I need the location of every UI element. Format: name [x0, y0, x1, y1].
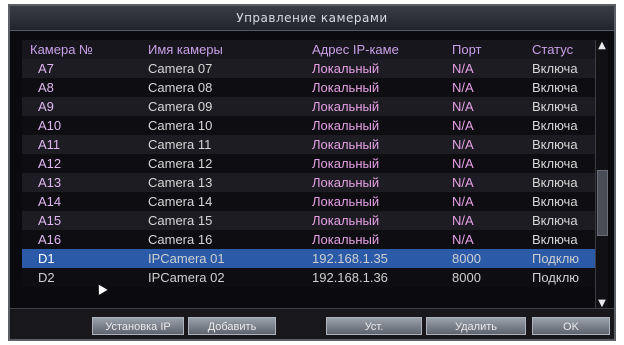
camera-status-cell: Включа [524, 173, 604, 192]
camera-status-cell: Включа [524, 211, 604, 230]
camera-id-cell: D2 [22, 268, 140, 287]
table-row[interactable]: A7 Camera 07 Локальный N/A Включа [22, 59, 604, 78]
camera-port-cell: N/A [444, 230, 524, 249]
table-header-row: Камера № Имя камеры Адрес IP-каме Порт С… [22, 40, 604, 59]
camera-status-cell: Включа [524, 154, 604, 173]
camera-name-cell: Camera 08 [140, 78, 304, 97]
camera-id-cell: A15 [22, 211, 140, 230]
table-row[interactable]: A9 Camera 09 Локальный N/A Включа [22, 97, 604, 116]
ok-button[interactable]: OK [532, 317, 610, 335]
table-row[interactable]: A11 Camera 11 Локальный N/A Включа [22, 135, 604, 154]
camera-id-cell: D1 [22, 249, 140, 268]
camera-address-cell: Локальный [304, 154, 444, 173]
camera-port-cell: N/A [444, 135, 524, 154]
camera-name-cell: Camera 14 [140, 192, 304, 211]
camera-port-cell: N/A [444, 211, 524, 230]
camera-address-cell: 192.168.1.35 [304, 249, 444, 268]
dialog-footer: Установка IP Добавить Уст. Удалить OK [10, 308, 614, 339]
camera-address-cell: Локальный [304, 230, 444, 249]
camera-id-cell: A16 [22, 230, 140, 249]
camera-status-cell: Включа [524, 116, 604, 135]
chevron-up-icon[interactable]: ▲ [596, 40, 608, 52]
camera-port-cell: N/A [444, 97, 524, 116]
camera-address-cell: Локальный [304, 135, 444, 154]
table-row[interactable]: A16 Camera 16 Локальный N/A Включа [22, 230, 604, 249]
table-scrollbar[interactable]: ▲ ▼ [595, 40, 608, 310]
header-port[interactable]: Порт [444, 40, 524, 59]
camera-name-cell: Camera 16 [140, 230, 304, 249]
camera-port-cell: 8000 [444, 268, 524, 287]
camera-status-cell: Подклю [524, 249, 604, 268]
header-ip-address[interactable]: Адрес IP-каме [304, 40, 444, 59]
camera-name-cell: Camera 09 [140, 97, 304, 116]
delete-button[interactable]: Удалить [426, 317, 526, 335]
camera-address-cell: Локальный [304, 211, 444, 230]
camera-name-cell: Camera 12 [140, 154, 304, 173]
camera-address-cell: Локальный [304, 78, 444, 97]
camera-id-cell: A7 [22, 59, 140, 78]
camera-status-cell: Включа [524, 230, 604, 249]
camera-status-cell: Включа [524, 135, 604, 154]
camera-table: Камера № Имя камеры Адрес IP-каме Порт С… [22, 40, 604, 304]
camera-port-cell: N/A [444, 59, 524, 78]
camera-name-cell: IPCamera 01 [140, 249, 304, 268]
camera-address-cell: Локальный [304, 116, 444, 135]
table-row[interactable]: A12 Camera 12 Локальный N/A Включа [22, 154, 604, 173]
camera-name-cell: Camera 07 [140, 59, 304, 78]
scroll-thumb[interactable] [597, 170, 608, 236]
camera-address-cell: Локальный [304, 173, 444, 192]
set-button[interactable]: Уст. [326, 317, 422, 335]
camera-id-cell: A11 [22, 135, 140, 154]
camera-id-cell: A9 [22, 97, 140, 116]
table-row[interactable]: A14 Camera 14 Локальный N/A Включа [22, 192, 604, 211]
table-row[interactable]: D2 IPCamera 02 192.168.1.36 8000 Подклю [22, 268, 604, 287]
dialog-titlebar: Управление камерами [10, 6, 614, 31]
camera-port-cell: N/A [444, 78, 524, 97]
header-camera-no[interactable]: Камера № [22, 40, 140, 59]
dialog-title: Управление камерами [236, 11, 388, 25]
camera-status-cell: Включа [524, 78, 604, 97]
camera-id-cell: A13 [22, 173, 140, 192]
camera-name-cell: Camera 10 [140, 116, 304, 135]
camera-status-cell: Подклю [524, 268, 604, 287]
camera-rows: A7 Camera 07 Локальный N/A Включа A8 Camera 08… [22, 59, 604, 287]
camera-address-cell: 192.168.1.36 [304, 268, 444, 287]
table-row[interactable]: A8 Camera 08 Локальный N/A Включа [22, 78, 604, 97]
camera-status-cell: Включа [524, 59, 604, 78]
camera-id-cell: A14 [22, 192, 140, 211]
camera-port-cell: N/A [444, 173, 524, 192]
camera-name-cell: IPCamera 02 [140, 268, 304, 287]
camera-status-cell: Включа [524, 192, 604, 211]
camera-port-cell: N/A [444, 154, 524, 173]
add-button[interactable]: Добавить [188, 317, 276, 335]
header-status[interactable]: Статус [524, 40, 604, 59]
camera-id-cell: A10 [22, 116, 140, 135]
camera-status-cell: Включа [524, 97, 604, 116]
camera-address-cell: Локальный [304, 59, 444, 78]
table-row[interactable]: A10 Camera 10 Локальный N/A Включа [22, 116, 604, 135]
camera-name-cell: Camera 13 [140, 173, 304, 192]
camera-id-cell: A12 [22, 154, 140, 173]
table-row[interactable]: A15 Camera 15 Локальный N/A Включа [22, 211, 604, 230]
table-row[interactable]: D1 IPCamera 01 192.168.1.35 8000 Подклю [22, 249, 604, 268]
camera-id-cell: A8 [22, 78, 140, 97]
camera-address-cell: Локальный [304, 97, 444, 116]
camera-address-cell: Локальный [304, 192, 444, 211]
camera-port-cell: N/A [444, 116, 524, 135]
header-camera-name[interactable]: Имя камеры [140, 40, 304, 59]
set-ip-button[interactable]: Установка IP [92, 317, 184, 335]
camera-port-cell: N/A [444, 192, 524, 211]
table-row[interactable]: A13 Camera 13 Локальный N/A Включа [22, 173, 604, 192]
camera-name-cell: Camera 11 [140, 135, 304, 154]
camera-name-cell: Camera 15 [140, 211, 304, 230]
camera-port-cell: 8000 [444, 249, 524, 268]
